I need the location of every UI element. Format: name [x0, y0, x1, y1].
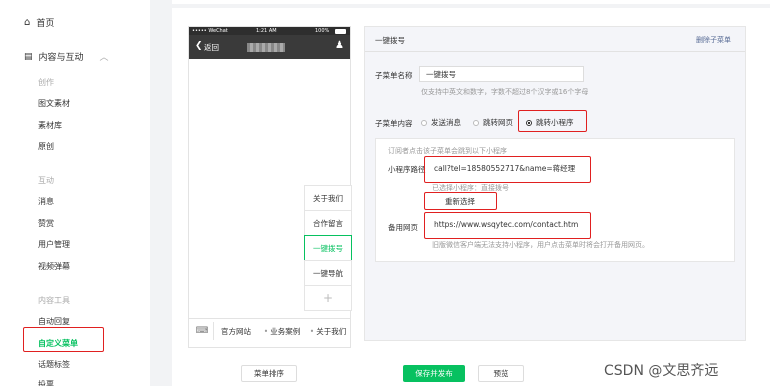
submenu-dot-icon: • — [309, 326, 315, 336]
option-jump-web[interactable]: 跳转网页 — [473, 117, 513, 128]
battery-icon — [335, 29, 346, 34]
option-send-message-label: 发送消息 — [431, 118, 461, 127]
group-title-interact: 互动 — [38, 176, 54, 185]
path-label: 小程序路径 — [388, 165, 426, 174]
sidebar-item-messages[interactable]: 消息 — [38, 196, 54, 207]
keyboard-icon[interactable]: ⌨ — [192, 319, 212, 343]
jump-settings-box: 订阅者点击该子菜单会跳到以下小程序 小程序路径 call?tel=1858055… — [375, 138, 735, 262]
tab-about[interactable]: • 关于我们 — [306, 319, 350, 343]
content-label: 子菜单内容 — [375, 119, 413, 128]
miniprogram-path-input[interactable]: call?tel=18580552717&name=蒋经理 — [428, 160, 586, 177]
radio-icon — [421, 119, 427, 126]
sidebar-item-topics[interactable]: 话题标签 — [38, 359, 70, 370]
battery-text: 100% — [315, 28, 330, 34]
document-icon: ▤ — [24, 51, 33, 62]
subscriber-hint: 订阅者点击该子菜单会跳到以下小程序 — [388, 147, 507, 155]
panel-divider — [365, 51, 745, 52]
sidebar-item-original[interactable]: 原创 — [38, 141, 54, 152]
add-submenu-button[interactable]: + — [304, 285, 352, 311]
carrier-text: ••••• WeChat — [192, 28, 228, 34]
user-icon[interactable]: ♟ — [335, 40, 344, 51]
submenu-item-about[interactable]: 关于我们 — [304, 185, 352, 211]
time-text: 1:21 AM — [256, 28, 277, 34]
sidebar-item-articles[interactable]: 图文素材 — [38, 98, 70, 109]
backup-label: 备用网页 — [388, 223, 418, 232]
submenu-settings-panel: 一键拨号 删除子菜单 子菜单名称 一键拨号 仅支持中英文和数字，字数不超过8个汉… — [364, 26, 746, 341]
name-hint: 仅支持中英文和数字，字数不超过8个汉字或16个字母 — [421, 88, 589, 96]
submenu-item-navigate[interactable]: 一键导航 — [304, 260, 352, 286]
option-send-message[interactable]: 发送消息 — [421, 117, 461, 128]
radio-icon — [473, 119, 479, 126]
sidebar: ⌂ 首页 ▤ 内容与互动 ︿ 创作 图文素材 素材库 原创 互动 消息 赞赏 用… — [0, 0, 150, 386]
back-arrow-icon[interactable]: ❮ — [195, 41, 203, 51]
nav-content-label: 内容与互动 — [38, 53, 84, 63]
phone-header: ❮ 返回 ♟ — [189, 35, 350, 59]
sidebar-item-votes[interactable]: 投票 — [38, 379, 54, 386]
sidebar-item-danmaku[interactable]: 视频弹幕 — [38, 261, 70, 272]
submenu-item-call[interactable]: 一键拨号 — [304, 235, 352, 261]
sidebar-item-library[interactable]: 素材库 — [38, 120, 62, 131]
option-jump-miniprogram[interactable]: 跳转小程序 — [526, 117, 574, 128]
tab-website[interactable]: 官方网站 — [214, 319, 258, 343]
save-publish-button[interactable]: 保存并发布 — [403, 365, 465, 382]
backup-url-input[interactable]: https://www.wsqytec.com/contact.htm — [428, 216, 588, 233]
sidebar-item-rewards[interactable]: 赞赏 — [38, 218, 54, 229]
menu-sort-button[interactable]: 菜单排序 — [241, 365, 297, 382]
tab-about-label: 关于我们 — [316, 326, 347, 336]
top-strip — [172, 0, 770, 4]
nav-content-section[interactable]: ▤ 内容与互动 ︿ — [24, 50, 109, 64]
nav-home[interactable]: ⌂ 首页 — [24, 16, 54, 29]
chevron-up-icon: ︿ — [99, 53, 109, 63]
phone-status-bar: ••••• WeChat 1:21 AM 100% — [189, 27, 350, 35]
sidebar-item-users[interactable]: 用户管理 — [38, 239, 70, 250]
watermark: CSDN @文思齐远 — [604, 363, 719, 379]
tab-cases[interactable]: • 业务案例 — [258, 319, 306, 343]
menu-name-input[interactable]: 一键拨号 — [419, 66, 584, 82]
submenu-dot-icon: • — [263, 326, 269, 336]
backup-hint: 旧版微信客户端无法支持小程序，用户点击菜单时将会打开备用网页。 — [432, 241, 649, 249]
highlight-box-custom-menu — [23, 327, 104, 352]
radio-selected-icon — [526, 119, 532, 126]
nav-home-label: 首页 — [36, 19, 55, 29]
delete-submenu-link[interactable]: 删除子菜单 — [696, 35, 731, 45]
sidebar-item-autoreply[interactable]: 自动回复 — [38, 316, 70, 327]
option-jump-miniprogram-label: 跳转小程序 — [536, 118, 574, 127]
back-label[interactable]: 返回 — [204, 42, 219, 53]
panel-title: 一键拨号 — [375, 36, 405, 45]
home-icon: ⌂ — [24, 17, 31, 28]
preview-button[interactable]: 预览 — [478, 365, 524, 382]
group-title-tools: 内容工具 — [38, 296, 70, 305]
name-label: 子菜单名称 — [375, 71, 413, 80]
blurred-account-name — [247, 43, 285, 52]
submenu-item-cooperation[interactable]: 合作留言 — [304, 210, 352, 236]
tab-website-label: 官方网站 — [221, 326, 251, 336]
option-jump-web-label: 跳转网页 — [483, 118, 513, 127]
reselect-button[interactable]: 重新选择 — [436, 195, 484, 207]
group-title-create: 创作 — [38, 78, 54, 87]
tab-cases-label: 业务案例 — [270, 326, 301, 336]
